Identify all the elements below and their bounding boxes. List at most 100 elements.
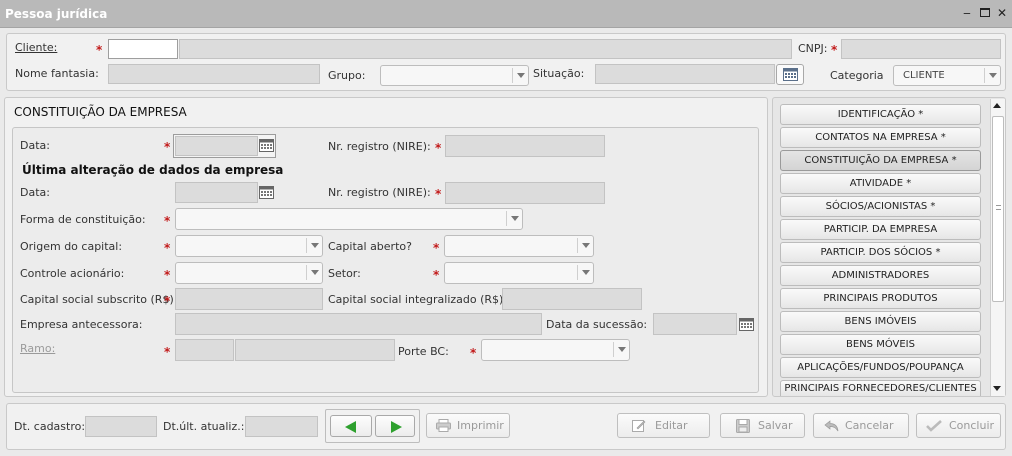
cliente-name-field — [179, 39, 792, 59]
data-sucessao-input[interactable] — [653, 313, 737, 335]
dt-atualiz-label: Dt.últ. atualiz.: — [163, 420, 245, 433]
required-marker: * — [164, 140, 171, 154]
nav-item[interactable]: PRINCIPAIS PRODUTOS — [780, 288, 981, 309]
capital-aberto-select[interactable] — [444, 235, 594, 257]
required-marker: * — [470, 346, 477, 360]
dt-atualiz-field — [245, 416, 318, 437]
scrollbar-thumb[interactable] — [992, 116, 1004, 302]
salvar-label: Salvar — [758, 419, 793, 432]
chevron-down-icon — [984, 68, 1000, 83]
close-icon[interactable]: ✕ — [995, 6, 1009, 20]
undo-icon — [824, 420, 839, 432]
cliente-link[interactable]: Cliente: — [15, 41, 57, 54]
required-marker: * — [164, 241, 171, 255]
calendar-icon[interactable] — [259, 186, 274, 199]
required-marker: * — [164, 345, 171, 359]
ramo-description-field — [235, 339, 395, 361]
edit-icon — [632, 420, 646, 432]
imprimir-button[interactable]: Imprimir — [426, 413, 510, 438]
save-icon — [736, 419, 750, 433]
nav-item[interactable]: PARTICIP. DA EMPRESA — [780, 219, 981, 240]
data-constituicao-input[interactable] — [175, 136, 258, 156]
nav-item[interactable]: ADMINISTRADORES — [780, 265, 981, 286]
nav-item[interactable]: SÓCIOS/ACIONISTAS * — [780, 196, 981, 217]
forma-constituicao-label: Forma de constituição: — [20, 213, 146, 226]
situacao-history-button[interactable] — [776, 64, 804, 85]
capital-integralizado-label: Capital social integralizado (R$): — [328, 293, 508, 306]
ramo-code-input[interactable] — [175, 339, 234, 361]
ramo-link[interactable]: Ramo: — [20, 342, 55, 355]
required-marker: * — [435, 187, 442, 201]
situacao-label: Situação: — [533, 67, 585, 80]
nav-item[interactable]: APLICAÇÕES/FUNDOS/POUPANÇA — [780, 357, 981, 378]
window-title: Pessoa jurídica — [5, 7, 108, 21]
data-label: Data: — [20, 139, 50, 152]
porte-bc-label: Porte BC: — [398, 345, 449, 358]
controle-acionario-label: Controle acionário: — [20, 267, 125, 280]
nav-item[interactable]: BENS MÓVEIS — [780, 334, 981, 355]
nire-alteracao-label: Nr. registro (NIRE): — [328, 186, 431, 199]
nav-item[interactable]: CONTATOS NA EMPRESA * — [780, 127, 981, 148]
controle-acionario-select[interactable] — [175, 262, 323, 284]
data-alteracao-input[interactable] — [175, 182, 258, 203]
setor-select[interactable] — [444, 262, 594, 284]
section-title: CONSTITUIÇÃO DA EMPRESA — [14, 105, 187, 119]
chevron-down-icon — [306, 238, 322, 253]
previous-record-button[interactable] — [330, 415, 372, 437]
forma-constituicao-select[interactable] — [175, 208, 523, 230]
scroll-up-icon[interactable] — [993, 103, 1001, 108]
nire-label: Nr. registro (NIRE): — [328, 140, 431, 153]
next-record-button[interactable] — [375, 415, 415, 437]
capital-subscrito-label: Capital social subscrito (R$): — [20, 293, 178, 306]
nav-item[interactable]: ATIVIDADE * — [780, 173, 981, 194]
nav-item[interactable]: PRINCIPAIS FORNECEDORES/CLIENTES — [780, 380, 981, 396]
origem-capital-select[interactable] — [175, 235, 323, 257]
calendar-icon — [783, 68, 798, 81]
cliente-code-input[interactable] — [108, 39, 178, 59]
chevron-down-icon — [613, 342, 629, 357]
categoria-select[interactable]: CLIENTE — [893, 65, 1001, 86]
printer-icon — [436, 419, 451, 432]
cancelar-button[interactable]: Cancelar — [813, 413, 909, 438]
minimize-icon[interactable]: ‒ — [960, 6, 974, 20]
grupo-select[interactable] — [380, 65, 529, 86]
nav-item[interactable]: CONSTITUIÇÃO DA EMPRESA * — [780, 150, 981, 171]
required-marker: * — [433, 241, 440, 255]
calendar-icon[interactable] — [259, 139, 274, 152]
checkmark-icon — [926, 420, 942, 432]
chevron-down-icon — [306, 265, 322, 280]
calendar-icon[interactable] — [739, 318, 754, 331]
porte-bc-select[interactable] — [481, 339, 630, 361]
nire-input[interactable] — [445, 135, 605, 157]
arrow-right-icon — [391, 421, 402, 433]
editar-label: Editar — [655, 419, 688, 432]
editar-button[interactable]: Editar — [617, 413, 710, 438]
required-marker: * — [164, 268, 171, 282]
salvar-button[interactable]: Salvar — [720, 413, 805, 438]
arrow-left-icon — [345, 421, 356, 433]
nome-fantasia-label: Nome fantasia: — [15, 67, 99, 80]
ultima-alteracao-title: Última alteração de dados da empresa — [22, 163, 284, 177]
empresa-antecessora-input[interactable] — [175, 313, 542, 335]
categoria-label: Categoria — [830, 69, 884, 82]
scroll-down-icon[interactable] — [993, 386, 1001, 391]
nav-item[interactable]: IDENTIFICAÇÃO * — [780, 104, 981, 125]
grupo-label: Grupo: — [328, 69, 366, 82]
concluir-button[interactable]: Concluir — [916, 413, 1001, 438]
nav-item[interactable]: BENS IMÓVEIS — [780, 311, 981, 332]
capital-aberto-label: Capital aberto? — [328, 240, 412, 253]
data-alteracao-label: Data: — [20, 186, 50, 199]
data-sucessao-label: Data da sucessão: — [546, 318, 648, 331]
empresa-antecessora-label: Empresa antecessora: — [20, 318, 143, 331]
situacao-field — [595, 64, 775, 84]
capital-subscrito-input[interactable] — [175, 288, 323, 310]
capital-integralizado-input[interactable] — [502, 288, 642, 310]
dt-cadastro-label: Dt. cadastro: — [14, 420, 86, 433]
origem-capital-label: Origem do capital: — [20, 240, 123, 253]
maximize-icon[interactable] — [978, 6, 992, 20]
nav-item[interactable]: PARTICIP. DOS SÓCIOS * — [780, 242, 981, 263]
nire-alteracao-input[interactable] — [445, 182, 605, 204]
chevron-down-icon — [506, 211, 522, 226]
required-marker: * — [433, 268, 440, 282]
chevron-down-icon — [577, 265, 593, 280]
